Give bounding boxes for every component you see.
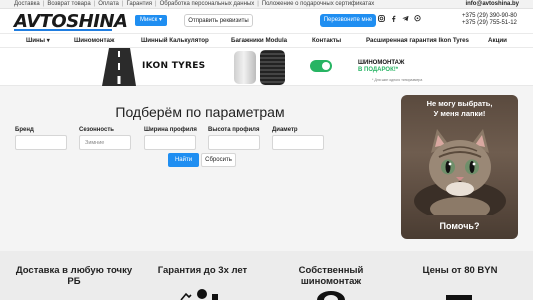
nav-item-tire-fitting[interactable]: Шиномонтаж [74, 37, 114, 44]
width-label: Ширина профиля [144, 127, 197, 133]
road-graphic [102, 48, 136, 86]
social-links [378, 15, 421, 22]
reset-button[interactable]: Сбросить [201, 153, 236, 167]
help-card-title: Не могу выбрать, У меня лапки! [401, 99, 518, 119]
nav-item-modula-racks[interactable]: Багажники Modula [231, 37, 287, 44]
divider: | [155, 1, 157, 7]
phone-numbers: +375 (29) 390-90-80 +375 (29) 755-51-12 [462, 13, 517, 27]
logo-underline [14, 29, 112, 31]
promo-footnote: * Для шин одного типоразмера [372, 78, 423, 82]
summer-tire-image [234, 51, 256, 84]
features-strip: Доставка в любую точку РБ Гарантия до 3х… [0, 251, 533, 300]
ikon-tyres-logo: IKON TYRES [142, 61, 206, 71]
feature-delivery-line-2: РБ [67, 276, 81, 287]
nav-item-promotions[interactable]: Акции [488, 37, 507, 44]
nav-item-tire-calculator[interactable]: Шинный Калькулятор [141, 37, 209, 44]
divider: | [121, 1, 124, 7]
help-button[interactable]: Помочь? [401, 221, 518, 231]
feature-fitting-line-1: Собственный [298, 265, 364, 276]
phone-2[interactable]: +375 (29) 755-51-12 [462, 20, 517, 27]
promo-title: ШИНОМОНТАЖ [358, 60, 405, 66]
site-header: AVTOSHINA Минск ▾ Отправить реквизиты Пе… [0, 9, 533, 33]
tire-fitting-icon [317, 291, 345, 300]
season-select[interactable]: Зимние [79, 135, 131, 150]
divider: | [257, 1, 259, 7]
price-tag-icon [446, 295, 472, 300]
find-button[interactable]: Найти [168, 153, 199, 167]
kitten-image [414, 129, 506, 215]
feature-fitting-line-2: шиномонтаж [300, 276, 362, 287]
top-utility-bar: Доставка | Возврат товара | Оплата | Гарант… [0, 0, 533, 9]
nav-item-ikon-warranty[interactable]: Расширенная гарантия Ikon Tyres [366, 37, 469, 44]
feature-warranty-line-1: Гарантия до 3х лет [157, 265, 248, 276]
phone-1[interactable]: +375 (29) 390-90-80 [462, 13, 517, 20]
diameter-label: Диаметр [272, 127, 298, 133]
help-title-line-2: У меня лапки! [433, 109, 486, 118]
brand-select[interactable] [15, 135, 67, 150]
link-delivery[interactable]: Доставка [14, 1, 40, 7]
facebook-icon[interactable] [390, 15, 397, 22]
callback-button[interactable]: Перезвоните мне [320, 14, 376, 27]
viber-icon[interactable] [414, 15, 421, 22]
feature-delivery: Доставка в любую точку РБ [14, 265, 134, 287]
send-requisites-button[interactable]: Отправить реквизиты [184, 14, 253, 27]
help-title-line-1: Не могу выбрать, [426, 99, 493, 108]
feature-warranty: Гарантия до 3х лет [150, 265, 255, 276]
diameter-select[interactable] [272, 135, 324, 150]
winter-tire-image [260, 50, 285, 85]
utility-links: Доставка | Возврат товара | Оплата | Гарант… [14, 1, 374, 7]
link-warranty[interactable]: Гарантия [126, 1, 152, 7]
link-returns[interactable]: Возврат товара [47, 1, 90, 7]
promo-banner[interactable]: IKON TYRES ШИНОМОНТАЖ В ПОДАРОК!* * Для … [0, 48, 533, 86]
promo-subtitle: В ПОДАРОК!* [358, 67, 399, 73]
height-label: Высота профиля [208, 127, 260, 133]
selection-title: Подберём по параметрам [115, 104, 285, 120]
warranty-icon [180, 289, 218, 300]
instagram-icon[interactable] [378, 15, 385, 22]
width-select[interactable] [144, 135, 196, 150]
nav-item-contacts[interactable]: Контакты [312, 37, 341, 44]
feature-fitting: Собственный шиномонтаж [278, 265, 384, 287]
link-payment[interactable]: Оплата [98, 1, 119, 7]
main-nav: Шины ▾ Шиномонтаж Шинный Калькулятор Баг… [0, 33, 533, 48]
divider: | [93, 1, 96, 7]
feature-prices: Цены от 80 BYN [405, 265, 515, 276]
email-link[interactable]: info@avtoshina.by [465, 1, 519, 7]
brand-label: Бренд [15, 127, 34, 133]
season-label: Сезонность [79, 127, 114, 133]
telegram-icon[interactable] [402, 15, 409, 22]
divider: | [42, 1, 45, 7]
height-select[interactable] [208, 135, 260, 150]
link-personal-data[interactable]: Обработка персональных данных [160, 1, 255, 7]
toggle-icon [310, 60, 332, 72]
city-selector[interactable]: Минск ▾ [135, 15, 167, 26]
feature-prices-line-1: Цены от 80 BYN [422, 265, 498, 276]
feature-delivery-line-1: Доставка в любую точку [15, 265, 133, 276]
nav-item-tires[interactable]: Шины ▾ [26, 37, 50, 44]
link-gift-certificates[interactable]: Положение о подарочных сертификатах [262, 1, 375, 7]
help-card[interactable]: Не могу выбрать, У меня лапки! Помочь? [401, 95, 518, 239]
